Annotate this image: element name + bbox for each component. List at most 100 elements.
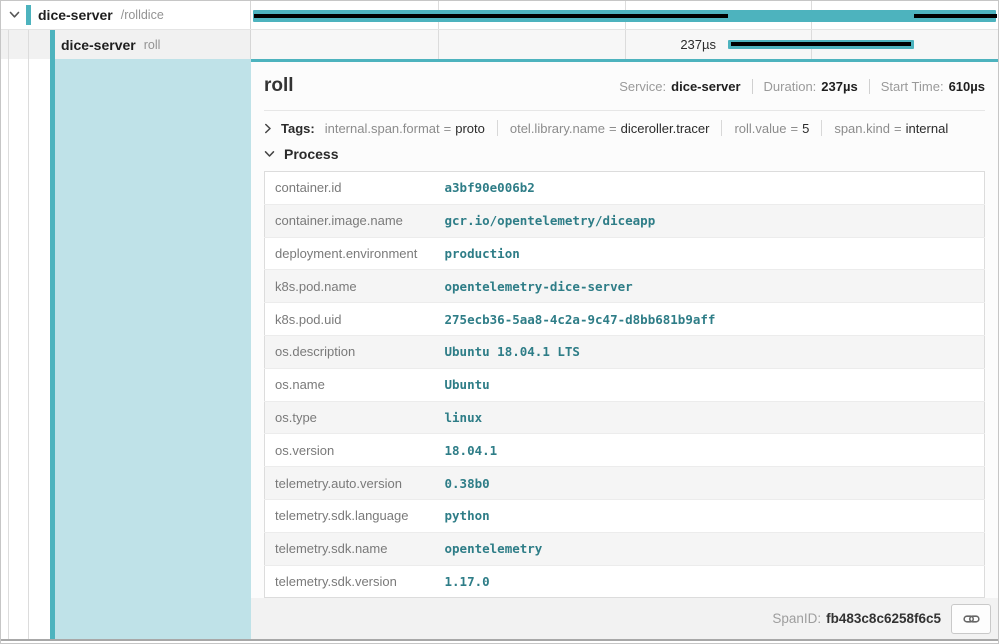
- span-bar-roll[interactable]: [728, 40, 914, 49]
- kv-value: python: [445, 499, 985, 532]
- service-color-bar: [50, 30, 55, 59]
- table-row: k8s.pod.nameopentelemetry-dice-server: [265, 270, 985, 303]
- kv-value: 275ecb36-5aa8-4c2a-9c47-d8bb681b9aff: [445, 303, 985, 336]
- selected-span-highlight: [55, 59, 251, 639]
- kv-key: container.image.name: [265, 204, 445, 237]
- span-detail-footer: SpanID: fb483c8c6258f6c5: [251, 598, 998, 639]
- kv-key: telemetry.sdk.version: [265, 565, 445, 598]
- span-bar-rolldice[interactable]: [253, 10, 996, 22]
- table-row: container.image.namegcr.io/opentelemetry…: [265, 204, 985, 237]
- kv-key: os.description: [265, 335, 445, 368]
- separator: [752, 79, 753, 94]
- kv-value: Ubuntu: [445, 368, 985, 401]
- span-id-label: SpanID:: [772, 611, 821, 626]
- tags-accordion[interactable]: Tags: internal.span.format = proto otel.…: [264, 115, 985, 141]
- indent-guide: [8, 30, 9, 59]
- kv-key: deployment.environment: [265, 237, 445, 270]
- span-timeline[interactable]: [251, 1, 998, 29]
- chevron-right-icon[interactable]: [264, 123, 272, 134]
- service-label: Service:: [619, 79, 666, 94]
- link-icon: [963, 612, 980, 626]
- table-row: telemetry.sdk.version1.17.0: [265, 565, 985, 598]
- service-value: dice-server: [671, 79, 740, 94]
- table-row: container.ida3bf90e006b2: [265, 172, 985, 205]
- kv-key: container.id: [265, 172, 445, 205]
- separator: [721, 120, 722, 136]
- equals-sign: =: [791, 121, 799, 136]
- jaeger-trace-detail-view: dice-server /rolldice dice-server roll: [0, 0, 999, 644]
- tag-key: otel.library.name: [510, 121, 605, 136]
- table-row: k8s.pod.uid275ecb36-5aa8-4c2a-9c47-d8bb6…: [265, 303, 985, 336]
- process-key-value-table: container.ida3bf90e006b2 container.image…: [264, 171, 985, 598]
- tag-value: proto: [455, 121, 485, 136]
- kv-key: os.name: [265, 368, 445, 401]
- table-row: telemetry.sdk.languagepython: [265, 499, 985, 532]
- indent-guide: [28, 59, 29, 639]
- separator: [869, 79, 870, 94]
- kv-value: a3bf90e006b2: [445, 172, 985, 205]
- indent-guide: [28, 30, 29, 59]
- kv-value: gcr.io/opentelemetry/diceapp: [445, 204, 985, 237]
- kv-value: 18.04.1: [445, 434, 985, 467]
- equals-sign: =: [609, 121, 617, 136]
- separator: [821, 120, 822, 136]
- duration-label: Duration:: [764, 79, 817, 94]
- span-detail-header: roll Service: dice-server Duration: 237µ…: [251, 62, 998, 110]
- span-timeline[interactable]: 237µs: [251, 30, 998, 59]
- tag-value: diceroller.tracer: [621, 121, 710, 136]
- start-time-label: Start Time:: [881, 79, 944, 94]
- operation-name: roll: [144, 38, 161, 52]
- kv-value: 1.17.0: [445, 565, 985, 598]
- self-time-segment: [914, 14, 997, 18]
- process-label[interactable]: Process: [284, 146, 338, 162]
- operation-name: /rolldice: [121, 8, 164, 22]
- tag-key: span.kind: [834, 121, 890, 136]
- equals-sign: =: [444, 121, 452, 136]
- kv-key: telemetry.sdk.language: [265, 499, 445, 532]
- kv-key: k8s.pod.name: [265, 270, 445, 303]
- kv-key: os.version: [265, 434, 445, 467]
- kv-key: telemetry.sdk.name: [265, 532, 445, 565]
- process-accordion[interactable]: Process: [264, 143, 985, 165]
- table-row: os.version18.04.1: [265, 434, 985, 467]
- equals-sign: =: [894, 121, 902, 136]
- self-time-segment: [254, 14, 728, 18]
- table-row: deployment.environmentproduction: [265, 237, 985, 270]
- kv-value: opentelemetry: [445, 532, 985, 565]
- divider: [1, 639, 998, 641]
- kv-value: 0.38b0: [445, 467, 985, 500]
- span-row-roll[interactable]: dice-server roll 237µs: [1, 30, 998, 59]
- table-row: os.descriptionUbuntu 18.04.1 LTS: [265, 335, 985, 368]
- table-row: os.nameUbuntu: [265, 368, 985, 401]
- kv-key: os.type: [265, 401, 445, 434]
- table-row: os.typelinux: [265, 401, 985, 434]
- tags-label[interactable]: Tags:: [281, 121, 315, 136]
- indent-guide: [8, 59, 9, 639]
- span-duration-label: 237µs: [251, 30, 722, 59]
- collapse-chevron-down-icon[interactable]: [9, 1, 20, 29]
- kv-value: Ubuntu 18.04.1 LTS: [445, 335, 985, 368]
- span-title: roll: [264, 75, 294, 97]
- service-name: dice-server: [38, 7, 113, 23]
- span-stats: Service: dice-server Duration: 237µs Sta…: [619, 79, 985, 94]
- kv-key: k8s.pod.uid: [265, 303, 445, 336]
- span-name-cell[interactable]: dice-server roll: [1, 30, 251, 59]
- divider: [264, 110, 985, 111]
- duration-value: 237µs: [821, 79, 857, 94]
- kv-value: production: [445, 237, 985, 270]
- span-row-rolldice[interactable]: dice-server /rolldice: [1, 1, 998, 30]
- copy-link-button[interactable]: [951, 604, 991, 634]
- service-name: dice-server: [61, 37, 136, 53]
- span-detail-panel: roll Service: dice-server Duration: 237µ…: [251, 59, 998, 639]
- separator: [497, 120, 498, 136]
- span-name-cell[interactable]: dice-server /rolldice: [1, 1, 251, 29]
- self-time-segment: [731, 42, 911, 46]
- start-time-value: 610µs: [949, 79, 985, 94]
- tag-value: 5: [802, 121, 809, 136]
- kv-value: linux: [445, 401, 985, 434]
- tag-key: internal.span.format: [325, 121, 440, 136]
- chevron-down-icon[interactable]: [264, 150, 275, 158]
- kv-value: opentelemetry-dice-server: [445, 270, 985, 303]
- span-id-value: fb483c8c6258f6c5: [826, 611, 941, 626]
- table-row: telemetry.auto.version0.38b0: [265, 467, 985, 500]
